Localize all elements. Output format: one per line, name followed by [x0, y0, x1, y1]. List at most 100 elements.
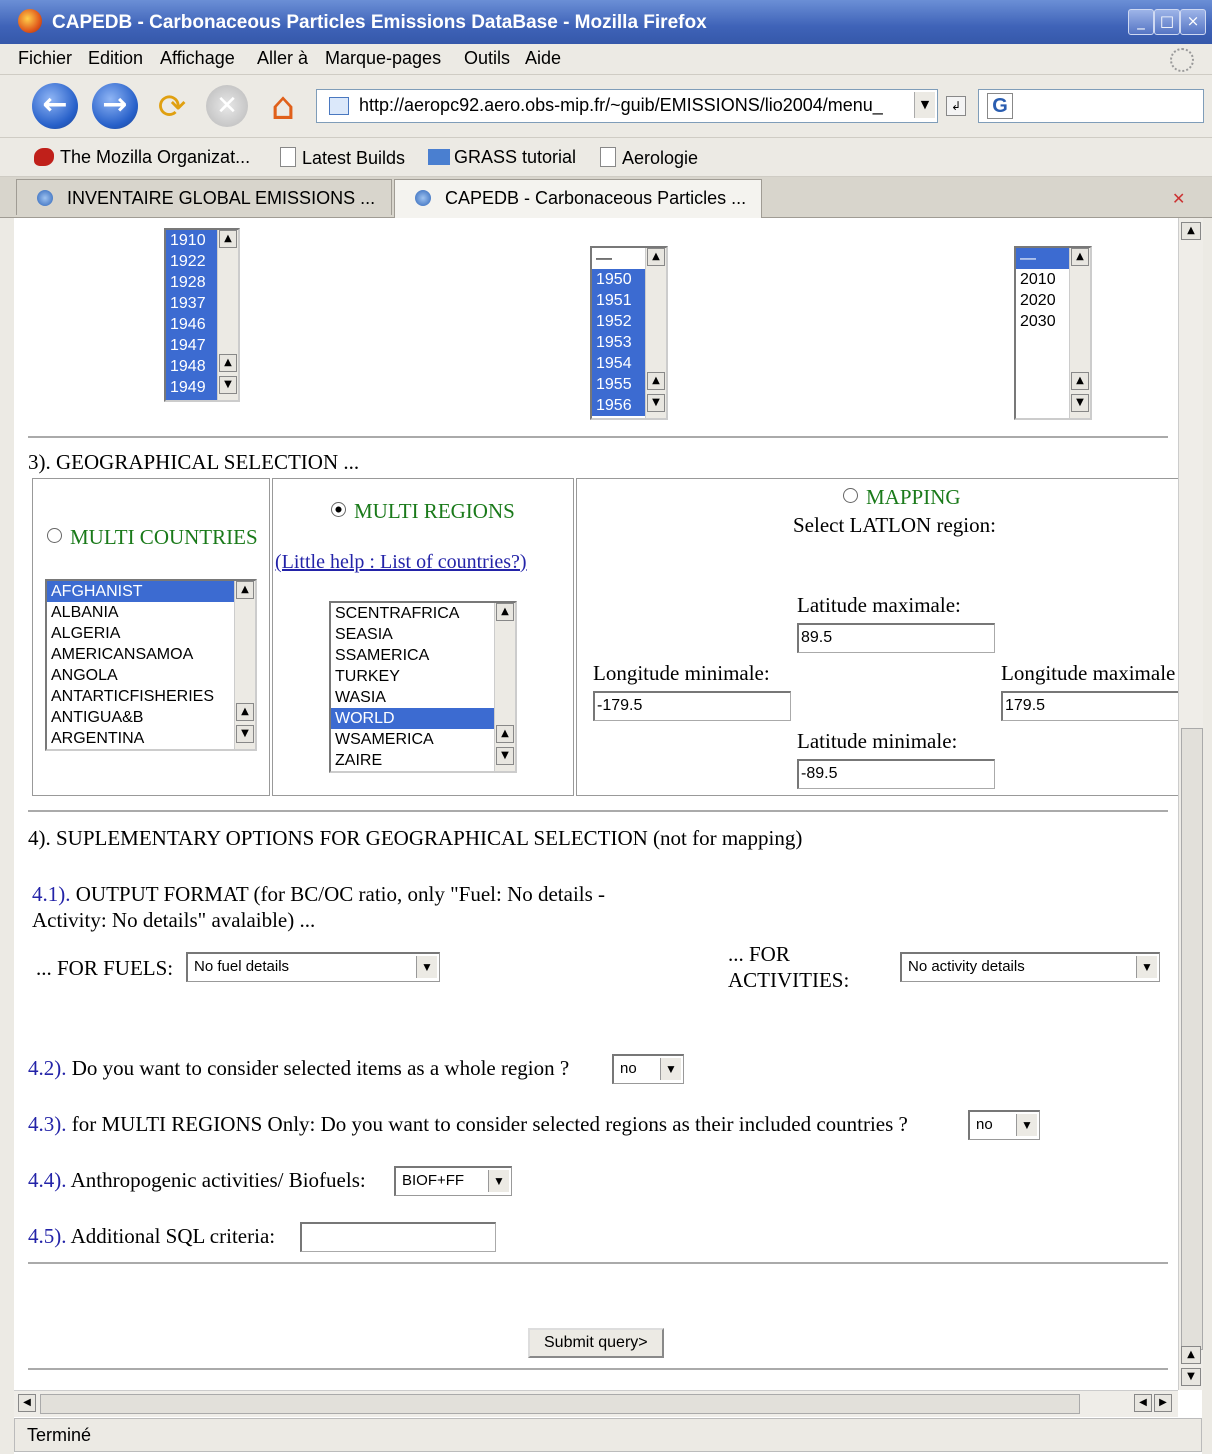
go-icon[interactable]: ↲: [946, 96, 966, 116]
countries-list[interactable]: AFGHANIST ALBANIA ALGERIA AMERICANSAMOA ANGO…: [45, 579, 257, 751]
scroll-thumb[interactable]: [40, 1394, 1080, 1414]
menu-aide[interactable]: Aide: [525, 48, 561, 69]
search-box[interactable]: G: [978, 89, 1204, 123]
start-year-list[interactable]: 1910 1922 1928 1937 1946 1947 1948 1949 ▲ ▲ ▼: [164, 228, 240, 402]
scroll-up-icon[interactable]: ▲: [1071, 248, 1089, 266]
region-option[interactable]: WORLD: [331, 708, 515, 729]
lon-max-input[interactable]: 179.5: [1001, 691, 1178, 721]
regions-list[interactable]: SCENTRAFRICA SEASIA SSAMERICA TURKEY WASIA WO…: [329, 601, 517, 773]
region-option[interactable]: TURKEY: [331, 666, 515, 687]
scroll-up-icon[interactable]: ▲: [236, 581, 254, 599]
url-bar[interactable]: http://aeropc92.aero.obs-mip.fr/~guib/EM…: [316, 89, 938, 123]
scroll-down-icon[interactable]: ▼: [219, 376, 237, 394]
url-dropdown-arrow-icon[interactable]: ▼: [914, 92, 935, 118]
end-year-list[interactable]: —1950 1951 1952 1953 1954 1955 1956 ▲ ▲ ▼: [590, 246, 668, 420]
lon-min-input[interactable]: -179.5: [593, 691, 791, 721]
scroll-left-icon[interactable]: ◀: [1134, 1394, 1152, 1412]
activities-select[interactable]: No activity details ▼: [900, 952, 1160, 982]
scroll-up-icon[interactable]: ▲: [1181, 1346, 1201, 1364]
bookmark-latest-builds[interactable]: Latest Builds: [280, 147, 405, 169]
multi-regions-option[interactable]: MULTI REGIONS: [331, 499, 515, 524]
bookmark-grass-tutorial[interactable]: GRASS tutorial: [428, 147, 576, 168]
minimize-button[interactable]: _: [1128, 9, 1154, 35]
close-window-button[interactable]: ×: [1180, 9, 1206, 35]
back-button[interactable]: ←: [32, 83, 78, 129]
submit-query-button[interactable]: Submit query>: [528, 1328, 664, 1358]
region-option[interactable]: SEASIA: [331, 624, 515, 645]
scroll-up-icon[interactable]: ▲: [1071, 372, 1089, 390]
stop-icon[interactable]: ✕: [206, 85, 248, 127]
menu-outils[interactable]: Outils: [464, 48, 510, 69]
lat-min-input[interactable]: -89.5: [797, 759, 995, 789]
included-countries-select[interactable]: no ▼: [968, 1110, 1040, 1140]
scroll-up-icon[interactable]: ▲: [1181, 222, 1201, 240]
scrollbar[interactable]: ▲ ▲ ▼: [234, 581, 255, 749]
scroll-up-icon[interactable]: ▲: [647, 248, 665, 266]
close-tab-icon[interactable]: ✕: [1172, 189, 1185, 208]
region-option[interactable]: SCENTRAFRICA: [331, 603, 515, 624]
url-text[interactable]: http://aeropc92.aero.obs-mip.fr/~guib/EM…: [359, 95, 907, 116]
page-vertical-scrollbar[interactable]: ▲ ▲ ▼: [1178, 218, 1203, 1390]
region-option[interactable]: WSAMERICA: [331, 729, 515, 750]
dropdown-arrow-icon[interactable]: ▼: [488, 1170, 509, 1192]
tab-inventaire[interactable]: INVENTAIRE GLOBAL EMISSIONS ...: [16, 179, 392, 215]
forward-button[interactable]: →: [92, 83, 138, 129]
biofuels-select[interactable]: BIOF+FF ▼: [394, 1166, 512, 1196]
country-option[interactable]: ANGOLA: [47, 665, 255, 686]
lat-max-input[interactable]: 89.5: [797, 623, 995, 653]
scroll-down-icon[interactable]: ▼: [647, 394, 665, 412]
country-option[interactable]: AMERICANSAMOA: [47, 644, 255, 665]
country-option[interactable]: ARGENTINA: [47, 728, 255, 749]
bookmark-aerologie[interactable]: Aerologie: [600, 147, 698, 169]
scrollbar[interactable]: ▲ ▲ ▼: [217, 230, 238, 400]
scroll-up-icon[interactable]: ▲: [496, 603, 514, 621]
scroll-up-icon[interactable]: ▲: [219, 230, 237, 248]
scrollbar[interactable]: ▲ ▲ ▼: [645, 248, 666, 418]
maximize-button[interactable]: □: [1154, 9, 1180, 35]
scrollbar[interactable]: ▲ ▲ ▼: [1069, 248, 1090, 418]
scroll-down-icon[interactable]: ▼: [1071, 394, 1089, 412]
scroll-up-icon[interactable]: ▲: [219, 354, 237, 372]
multi-regions-radio[interactable]: [331, 502, 346, 517]
region-option[interactable]: SSAMERICA: [331, 645, 515, 666]
multi-countries-radio[interactable]: [47, 528, 62, 543]
google-engine-icon[interactable]: G: [987, 93, 1013, 119]
menu-affichage[interactable]: Affichage: [160, 48, 235, 69]
scroll-thumb[interactable]: [1181, 728, 1203, 1350]
region-option[interactable]: ZAIRE: [331, 750, 515, 771]
country-option[interactable]: ANTARTICFISHERIES: [47, 686, 255, 707]
region-option[interactable]: WASIA: [331, 687, 515, 708]
dropdown-arrow-icon[interactable]: ▼: [660, 1058, 681, 1080]
scroll-right-icon[interactable]: ▶: [1154, 1394, 1172, 1412]
country-option[interactable]: ALGERIA: [47, 623, 255, 644]
menu-edition[interactable]: Edition: [88, 48, 143, 69]
dropdown-arrow-icon[interactable]: ▼: [1016, 1114, 1037, 1136]
menu-aller-a[interactable]: Aller à: [257, 48, 308, 69]
dropdown-arrow-icon[interactable]: ▼: [416, 956, 437, 978]
multi-countries-option[interactable]: MULTI COUNTRIES: [47, 525, 258, 550]
scroll-left-icon[interactable]: ◀: [18, 1394, 36, 1412]
scroll-up-icon[interactable]: ▲: [647, 372, 665, 390]
whole-region-select[interactable]: no ▼: [612, 1054, 684, 1084]
country-option[interactable]: ANTIGUA&B: [47, 707, 255, 728]
future-year-list[interactable]: —2010 2020 2030 ▲ ▲ ▼: [1014, 246, 1092, 420]
menu-fichier[interactable]: Fichier: [18, 48, 72, 69]
home-icon[interactable]: ⌂: [260, 83, 306, 129]
fuels-select[interactable]: No fuel details ▼: [186, 952, 440, 982]
country-option[interactable]: ALBANIA: [47, 602, 255, 623]
country-option[interactable]: AFGHANIST: [47, 581, 255, 602]
scroll-down-icon[interactable]: ▼: [1181, 1368, 1201, 1386]
page-horizontal-scrollbar[interactable]: ◀ ◀ ▶: [14, 1390, 1178, 1417]
dropdown-arrow-icon[interactable]: ▼: [1136, 956, 1157, 978]
help-countries-link[interactable]: (Little help : List of countries?): [275, 551, 527, 574]
mapping-radio[interactable]: [843, 488, 858, 503]
scroll-down-icon[interactable]: ▼: [236, 725, 254, 743]
sql-criteria-input[interactable]: [300, 1222, 496, 1252]
scroll-down-icon[interactable]: ▼: [496, 747, 514, 765]
scroll-up-icon[interactable]: ▲: [496, 725, 514, 743]
tab-capedb[interactable]: CAPEDB - Carbonaceous Particles ...: [394, 179, 762, 219]
bookmark-mozilla[interactable]: The Mozilla Organizat...: [34, 147, 250, 168]
scroll-up-icon[interactable]: ▲: [236, 703, 254, 721]
menu-marque-pages[interactable]: Marque-pages: [325, 48, 441, 69]
reload-icon[interactable]: ⟳: [150, 85, 194, 129]
